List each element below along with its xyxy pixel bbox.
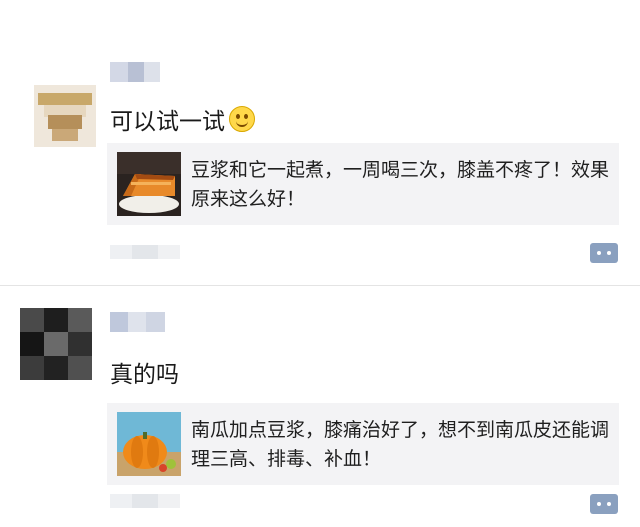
comment-dot-icon — [597, 251, 601, 255]
post-text-content: 可以试一试 — [110, 109, 225, 135]
comment-button[interactable] — [590, 494, 618, 514]
comment-dot-icon — [607, 251, 611, 255]
comment-dot-icon — [597, 502, 601, 506]
post-text-content: 真的吗 — [110, 362, 179, 388]
avatar-blurred[interactable] — [34, 85, 96, 147]
post-text: 可以试一试 — [110, 102, 255, 136]
comment-button[interactable] — [590, 243, 618, 263]
card-title: 豆浆和它一起煮，一周喝三次，膝盖不疼了！效果原来这么好！ — [191, 159, 610, 210]
post-text: 真的吗 — [110, 355, 179, 389]
timestamp-blurred — [110, 494, 180, 508]
timestamp-blurred — [110, 245, 180, 259]
smile-emoji-icon — [229, 106, 255, 132]
user-name-blurred[interactable] — [110, 62, 160, 82]
pumpkin-cake-image — [117, 152, 181, 216]
feed-post-1: 可以试一试 豆浆和它一起煮，一周喝三次，膝盖不疼了！效果原来这么好！ — [0, 0, 640, 285]
user-name-blurred[interactable] — [110, 312, 165, 332]
pumpkin-image — [117, 412, 181, 476]
avatar-blurred[interactable] — [20, 308, 92, 380]
shared-link-card[interactable]: 南瓜加点豆浆，膝痛治好了，想不到南瓜皮还能调理三高、排毒、补血！ — [107, 403, 619, 485]
comment-dot-icon — [607, 502, 611, 506]
shared-link-card[interactable]: 豆浆和它一起煮，一周喝三次，膝盖不疼了！效果原来这么好！ — [107, 143, 619, 225]
card-title: 南瓜加点豆浆，膝痛治好了，想不到南瓜皮还能调理三高、排毒、补血！ — [191, 419, 610, 470]
feed-post-2: 真的吗 南瓜加点豆浆，膝痛治好了，想不到南瓜皮还能调理三高、排毒、补血！ — [0, 286, 640, 527]
